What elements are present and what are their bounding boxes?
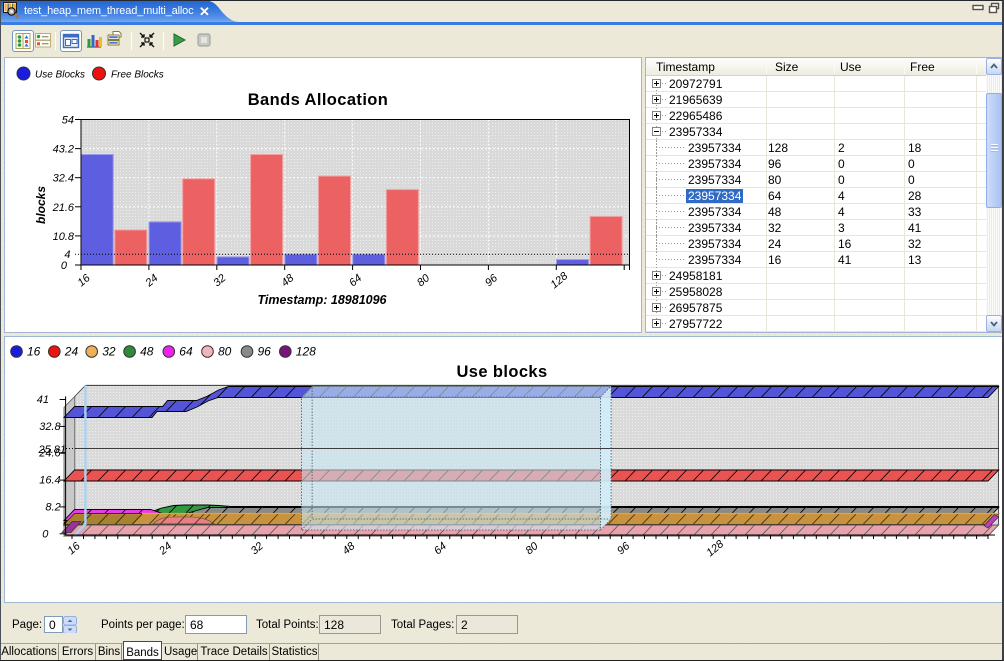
svg-text:8.2: 8.2: [45, 501, 60, 513]
svg-text:48: 48: [140, 345, 154, 359]
svg-text:54: 54: [62, 115, 74, 127]
svg-text:Bands Allocation: Bands Allocation: [248, 91, 389, 109]
svg-text:24: 24: [143, 272, 161, 290]
svg-text:blocks: blocks: [34, 186, 48, 224]
svg-text:25.81: 25.81: [37, 444, 66, 456]
svg-text:10.8: 10.8: [53, 231, 75, 243]
svg-text:24: 24: [64, 345, 79, 359]
svg-text:Free Blocks: Free Blocks: [111, 70, 164, 81]
svg-text:Timestamp: 18981096: Timestamp: 18981096: [257, 293, 387, 307]
svg-text:80: 80: [415, 272, 433, 290]
svg-text:32: 32: [102, 345, 116, 359]
svg-text:128: 128: [704, 538, 726, 560]
svg-text:Use blocks: Use blocks: [456, 363, 547, 381]
svg-text:43.2: 43.2: [53, 144, 74, 156]
svg-text:21.6: 21.6: [52, 202, 75, 214]
svg-text:41: 41: [37, 394, 49, 406]
svg-text:4: 4: [64, 249, 70, 261]
svg-text:64: 64: [347, 272, 364, 289]
svg-text:80: 80: [524, 540, 542, 558]
svg-text:96: 96: [615, 540, 633, 558]
svg-text:64: 64: [179, 345, 193, 359]
svg-text:24: 24: [156, 540, 174, 558]
svg-text:64: 64: [432, 540, 449, 557]
svg-text:32: 32: [249, 540, 266, 557]
svg-text:96: 96: [483, 272, 501, 290]
svg-text:48: 48: [340, 540, 358, 558]
svg-text:32: 32: [211, 272, 228, 289]
svg-text:16: 16: [66, 540, 84, 558]
svg-text:96: 96: [258, 345, 272, 359]
svg-text:0: 0: [61, 260, 68, 272]
svg-text:16: 16: [76, 272, 94, 290]
svg-text:48: 48: [279, 272, 297, 290]
svg-text:16: 16: [27, 345, 41, 359]
svg-text:0: 0: [42, 528, 49, 540]
svg-text:32.8: 32.8: [39, 421, 61, 433]
svg-text:32.4: 32.4: [53, 173, 74, 185]
svg-text:128: 128: [548, 270, 570, 292]
svg-text:Use Blocks: Use Blocks: [35, 70, 85, 81]
svg-text:16.4: 16.4: [39, 475, 60, 487]
svg-text:128: 128: [296, 345, 316, 359]
svg-text:80: 80: [218, 345, 232, 359]
